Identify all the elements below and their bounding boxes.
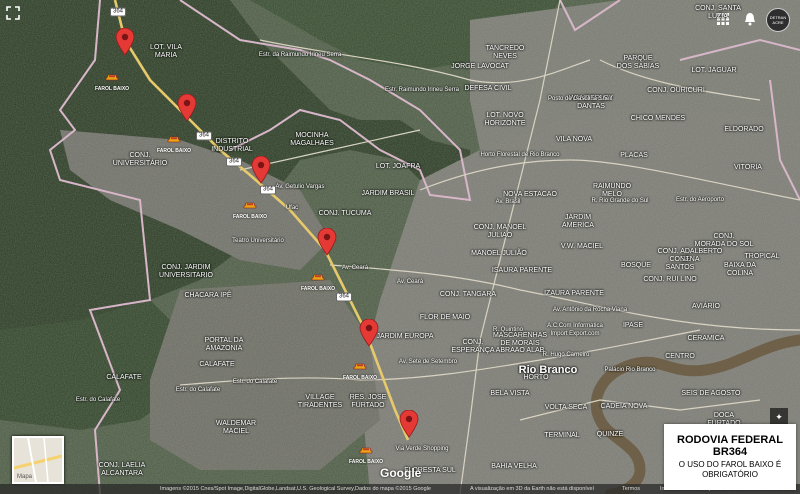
farol-label: FAROL BAIXO [156,148,192,154]
farol-baixo-marker[interactable]: FAROL BAIXO [233,196,267,220]
attribution-imagery: Imagens ©2015 Cnes/Spot Image,DigitalGlo… [160,486,431,492]
poi-label[interactable]: Palácio Rio Branco [604,366,655,374]
info-title-line1: RODOVIA FEDERAL [677,434,783,446]
google-logo: Google [380,466,422,480]
map-pin-icon[interactable] [177,93,197,122]
map-pin-icon[interactable] [399,409,419,438]
car-icon [311,274,325,281]
farol-label: FAROL BAIXO [94,86,130,92]
car-icon [243,202,257,209]
avatar[interactable]: DETRAN ACRE [766,8,790,32]
farol-label: FAROL BAIXO [348,459,384,465]
car-icon [167,136,181,143]
farol-baixo-marker[interactable]: FAROL BAIXO [349,441,383,465]
farol-label: FAROL BAIXO [232,214,268,220]
info-title-line2: BR364 [712,446,748,458]
map-pin-icon[interactable] [359,318,379,347]
attribution-notice: A visualização em 3D da Earth não está d… [470,486,594,492]
route-shield: 364 [195,131,213,141]
car-icon [353,363,367,370]
grid-icon[interactable] [716,12,730,26]
bell-icon[interactable] [744,12,756,26]
route-shield: 364 [225,157,243,167]
map-pin-icon[interactable] [115,27,135,56]
car-icon [105,74,119,81]
map-pin-icon[interactable] [317,227,337,256]
poi-label[interactable]: Horto Florestal de Rio Branco [480,151,559,159]
avatar-text: DETRAN ACRE [769,15,787,25]
poi-label[interactable]: Teatro Universitário [232,237,284,245]
poi-label[interactable]: Ufac [286,204,298,212]
route-shield: 364 [109,7,127,17]
map-pin-icon[interactable] [251,155,271,184]
car-icon [359,447,373,454]
route-shield: 364 [259,185,277,195]
farol-baixo-marker[interactable]: FAROL BAIXO [95,68,129,92]
info-box: RODOVIA FEDERAL BR364 O USO DO FAROL BAI… [664,424,796,490]
fullscreen-icon[interactable] [6,6,20,20]
poi-label[interactable]: Posto de Gasolina Shell [548,95,612,103]
poi-label[interactable]: Via Verde Shopping [396,445,449,453]
farol-baixo-marker[interactable]: FAROL BAIXO [343,357,377,381]
farol-baixo-marker[interactable]: FAROL BAIXO [301,268,335,292]
terms-link[interactable]: Termos [622,484,640,494]
info-subtitle: O USO DO FAROL BAIXO É OBRIGATÓRIO [678,460,782,479]
map-type-toggle[interactable]: Mapa [12,436,64,484]
farol-label: FAROL BAIXO [342,375,378,381]
farol-label: FAROL BAIXO [300,286,336,292]
farol-baixo-marker[interactable]: FAROL BAIXO [157,130,191,154]
poi-label[interactable]: A.C.Com Informatica Import Export.com [547,322,603,338]
minimap-label: Mapa [17,474,33,480]
route-shield: 364 [335,292,353,302]
